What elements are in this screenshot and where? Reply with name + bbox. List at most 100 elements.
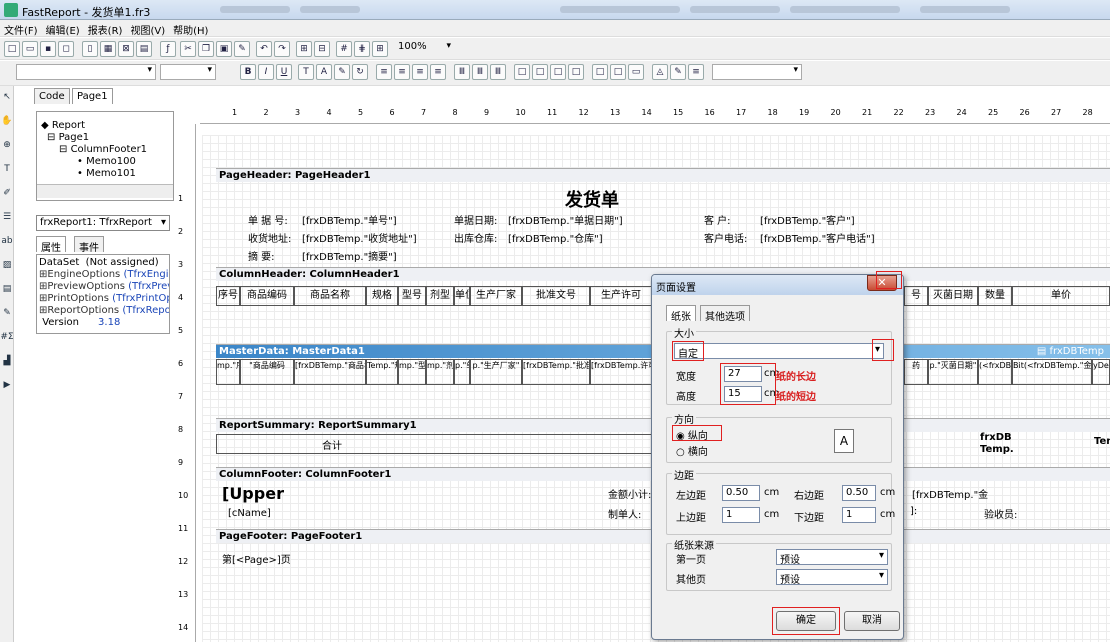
size-select[interactable]: 自定 ▾ xyxy=(674,343,884,360)
master-data-cell[interactable]: p."生产厂家" xyxy=(470,359,522,385)
object-combo[interactable]: frxReport1: TfrxReport ▾ xyxy=(36,215,170,231)
column-header-cell[interactable]: 序号 xyxy=(216,286,240,306)
column-header-cell[interactable]: 剂型 xyxy=(426,286,454,306)
master-data-cell[interactable]: mp."序号" xyxy=(216,359,240,385)
redo-icon[interactable]: ↷ xyxy=(274,41,290,57)
new-dialog-icon[interactable]: ▦ xyxy=(100,41,116,57)
shadow-icon[interactable]: ▭ xyxy=(628,64,644,80)
font-name-combo[interactable] xyxy=(16,64,156,80)
group-icon[interactable]: ⊞ xyxy=(296,41,312,57)
column-header-cell[interactable]: 批准文号 xyxy=(522,286,590,306)
column-header-cell[interactable]: 商品名称 xyxy=(294,286,366,306)
tab-page1[interactable]: Page1 xyxy=(72,88,113,104)
text-object-icon[interactable]: ab xyxy=(0,236,14,252)
underline-icon[interactable]: U xyxy=(276,64,292,80)
report-title[interactable]: 发货单 xyxy=(565,186,619,212)
valign-top-icon[interactable]: Ⅲ xyxy=(454,64,470,80)
text-tool-icon[interactable]: T xyxy=(0,164,14,180)
open-icon[interactable]: ▭ xyxy=(22,41,38,57)
format-painter-icon[interactable]: ✎ xyxy=(234,41,250,57)
column-header-cell[interactable]: 规格 xyxy=(366,286,398,306)
column-header-cell[interactable]: 号 xyxy=(904,286,928,306)
master-data-cell[interactable]: Temp."规格" xyxy=(366,359,398,385)
cf-upper[interactable]: [Upper xyxy=(222,484,284,503)
band-icon[interactable]: ☰ xyxy=(0,212,14,228)
cf-right-value[interactable]: ]: xyxy=(910,506,917,517)
tree-item-report[interactable]: ◆ Report xyxy=(41,120,85,131)
chart-icon[interactable]: ▟ xyxy=(0,356,14,372)
select-tool-icon[interactable]: ↖ xyxy=(0,92,14,108)
column-header-cell[interactable]: 生产许可 xyxy=(590,286,652,306)
valign-bottom-icon[interactable]: Ⅲ xyxy=(490,64,506,80)
fit-grid-icon[interactable]: ⊞ xyxy=(372,41,388,57)
column-header-cell[interactable]: 单位 xyxy=(454,286,470,306)
left-margin-input[interactable]: 0.50 xyxy=(722,485,760,501)
page-settings-icon[interactable]: ▤ xyxy=(136,41,152,57)
paste-icon[interactable]: ▣ xyxy=(216,41,232,57)
cf-amount-label[interactable]: 金额小计: xyxy=(608,486,651,501)
inspector-row[interactable]: DataSet (Not assigned) xyxy=(39,257,169,268)
highlight-icon[interactable]: ✎ xyxy=(334,64,350,80)
frame-none-icon[interactable]: □ xyxy=(610,64,626,80)
preview-icon[interactable]: ◻ xyxy=(58,41,74,57)
menu-help[interactable]: 帮助(H) xyxy=(169,20,212,37)
hdr-value[interactable]: [frxDBTemp."客户"] xyxy=(760,212,855,227)
show-grid-icon[interactable]: # xyxy=(336,41,352,57)
zoom-combo[interactable]: 100% xyxy=(394,41,454,57)
fill-color-icon[interactable]: ◬ xyxy=(652,64,668,80)
inspector-row[interactable]: Version 3.18 xyxy=(39,317,169,328)
hdr-value[interactable]: [frxDBTemp."单号"] xyxy=(302,212,397,227)
cf-right-value[interactable]: [frxDBTemp."金 xyxy=(912,486,988,501)
format-copy-icon[interactable]: ✐ xyxy=(0,188,14,204)
hdr-value[interactable]: [frxDBTemp."收货地址"] xyxy=(302,230,417,245)
inspector-row[interactable]: ⊞ReportOptions (TfrxReportOptio xyxy=(39,305,169,316)
master-data-cell[interactable]: [frxDBTemp.许可证号"] xyxy=(590,359,652,385)
cut-icon[interactable]: ✂ xyxy=(180,41,196,57)
align-center-icon[interactable]: ≡ xyxy=(394,64,410,80)
picture-icon[interactable]: ▨ xyxy=(0,260,14,276)
inspector-row[interactable]: ⊞PrintOptions (TfrxPrintOption xyxy=(39,293,169,304)
align-left-icon[interactable]: ≡ xyxy=(376,64,392,80)
variables-icon[interactable]: ƒ xyxy=(160,41,176,57)
bold-icon[interactable]: B xyxy=(240,64,256,80)
bottom-margin-input[interactable]: 1 xyxy=(842,507,876,523)
copy-icon[interactable]: ❐ xyxy=(198,41,214,57)
tab-other-options[interactable]: 其他选项 xyxy=(700,305,750,323)
new-icon[interactable]: □ xyxy=(4,41,20,57)
tree-item-memo101[interactable]: • Memo101 xyxy=(77,168,136,179)
hand-tool-icon[interactable]: ✋ xyxy=(0,116,14,132)
page-number[interactable]: 第[<Page>]页 xyxy=(222,551,291,566)
hdr-value[interactable]: [frxDBTemp."客户电话"] xyxy=(760,230,875,245)
cf-maker-label[interactable]: 制单人: xyxy=(608,506,641,521)
column-header-cell[interactable]: 数量 xyxy=(978,286,1012,306)
draw-icon[interactable]: ✎ xyxy=(0,308,14,324)
tab-properties[interactable]: 属性 xyxy=(36,236,66,254)
tree-hscrollbar[interactable] xyxy=(37,184,173,198)
hdr-value[interactable]: [frxDBTemp."单据日期"] xyxy=(508,212,623,227)
right-margin-input[interactable]: 0.50 xyxy=(842,485,876,501)
master-data-cell[interactable]: p."单位" xyxy=(454,359,470,385)
master-data-cell[interactable]: "商品编码 xyxy=(240,359,294,385)
column-header-cell[interactable]: 商品编码 xyxy=(240,286,294,306)
subreport-icon[interactable]: ▤ xyxy=(0,284,14,300)
menu-file[interactable]: 文件(F) xyxy=(0,20,42,37)
more-tools-icon[interactable]: ▶ xyxy=(0,380,14,396)
top-margin-input[interactable]: 1 xyxy=(722,507,760,523)
landscape-radio[interactable]: ○ 横向 xyxy=(676,443,708,458)
frame-bottom-icon[interactable]: □ xyxy=(532,64,548,80)
delete-page-icon[interactable]: ⊠ xyxy=(118,41,134,57)
tab-code[interactable]: Code xyxy=(34,88,70,104)
font-size-combo[interactable] xyxy=(160,64,216,80)
tab-events[interactable]: 事件 xyxy=(74,236,104,254)
column-header-cell[interactable]: 型号 xyxy=(398,286,426,306)
cf-receiver-label[interactable]: 验收员: xyxy=(984,506,1017,521)
frame-right-icon[interactable]: □ xyxy=(568,64,584,80)
tree-item-memo100[interactable]: • Memo100 xyxy=(77,156,136,167)
first-page-select[interactable]: 预设 ▾ xyxy=(776,549,888,566)
justify-icon[interactable]: ≡ xyxy=(430,64,446,80)
save-icon[interactable]: ▪ xyxy=(40,41,56,57)
summary-total[interactable]: 合计 xyxy=(322,437,342,452)
menu-report[interactable]: 报表(R) xyxy=(84,20,127,37)
cancel-button[interactable]: 取消 xyxy=(844,611,900,631)
page-header-band[interactable]: PageHeader: PageHeader1 xyxy=(216,168,1110,182)
